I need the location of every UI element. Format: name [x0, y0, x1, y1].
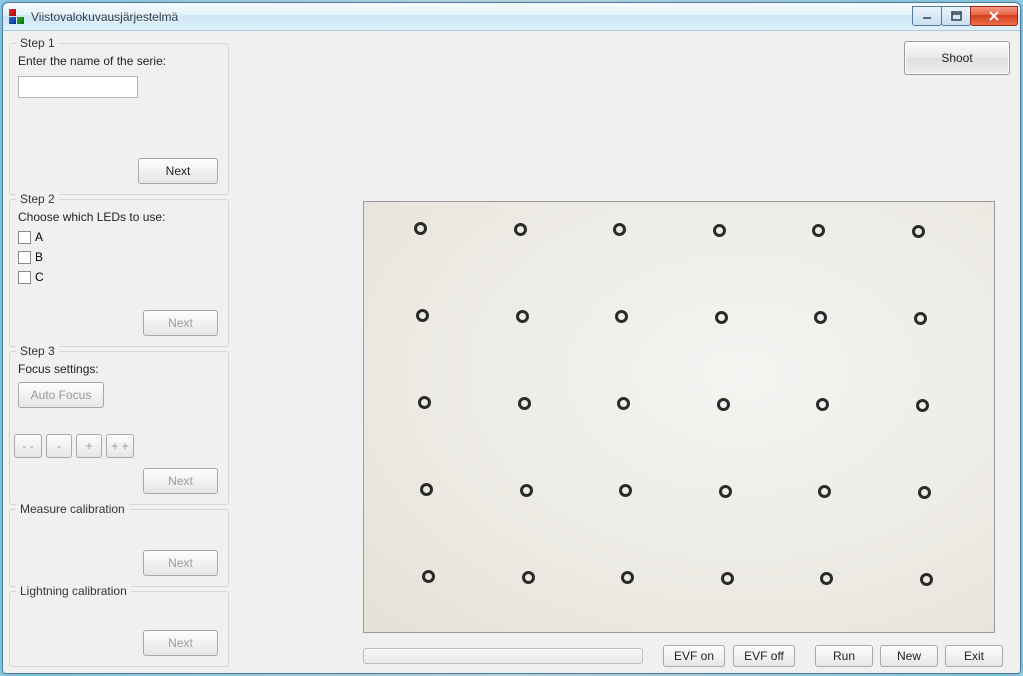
led-b-row: B [18, 250, 43, 264]
calibration-dot [418, 396, 431, 409]
measure-legend: Measure calibration [16, 502, 129, 516]
minimize-button[interactable] [912, 6, 942, 26]
led-b-label: B [35, 250, 43, 264]
step2-group: Step 2 Choose which LEDs to use: A B C N… [9, 199, 229, 347]
calibration-dot [520, 484, 533, 497]
step1-legend: Step 1 [16, 36, 59, 50]
step1-next-button[interactable]: Next [138, 158, 218, 184]
measure-next-button[interactable]: Next [143, 550, 218, 576]
measure-group: Measure calibration Next [9, 509, 229, 587]
preview-image [364, 202, 994, 632]
calibration-dot [713, 224, 726, 237]
step3-group: Step 3 Focus settings: Auto Focus - - - … [9, 351, 229, 505]
focus-plus1-button[interactable]: + [76, 434, 102, 458]
calibration-dot [420, 483, 433, 496]
calibration-dot [914, 312, 927, 325]
calibration-dot [916, 399, 929, 412]
step2-next-button[interactable]: Next [143, 310, 218, 336]
step3-next-button[interactable]: Next [143, 468, 218, 494]
serie-name-input[interactable] [18, 76, 138, 98]
auto-focus-button[interactable]: Auto Focus [18, 382, 104, 408]
calibration-dot [721, 572, 734, 585]
focus-minus2-button[interactable]: - - [14, 434, 42, 458]
led-c-label: C [35, 270, 44, 284]
client-area: Step 1 Enter the name of the serie: Next… [3, 31, 1020, 673]
calibration-dot [416, 309, 429, 322]
lightning-next-button[interactable]: Next [143, 630, 218, 656]
step2-legend: Step 2 [16, 192, 59, 206]
close-button[interactable] [970, 6, 1018, 26]
preview-panel [363, 201, 995, 633]
calibration-dot [717, 398, 730, 411]
calibration-dot [920, 573, 933, 586]
focus-minus1-button[interactable]: - [46, 434, 72, 458]
calibration-dot [918, 486, 931, 499]
calibration-dot [414, 222, 427, 235]
led-a-checkbox[interactable] [18, 231, 31, 244]
led-b-checkbox[interactable] [18, 251, 31, 264]
focus-steppers: - - - + + + [14, 434, 134, 458]
step3-legend: Step 3 [16, 344, 59, 358]
shoot-button[interactable]: Shoot [904, 41, 1010, 75]
calibration-dot [514, 223, 527, 236]
led-a-row: A [18, 230, 43, 244]
progress-bar [363, 648, 643, 664]
lightning-legend: Lightning calibration [16, 584, 131, 598]
led-c-row: C [18, 270, 44, 284]
new-button[interactable]: New [880, 645, 938, 667]
calibration-dot [912, 225, 925, 238]
titlebar[interactable]: Viistovalokuvausjärjestelmä [3, 3, 1020, 31]
maximize-button[interactable] [941, 6, 971, 26]
app-icon [9, 9, 25, 25]
step1-prompt: Enter the name of the serie: [18, 54, 166, 68]
step2-prompt: Choose which LEDs to use: [18, 210, 165, 224]
lightning-group: Lightning calibration Next [9, 591, 229, 667]
run-button[interactable]: Run [815, 645, 873, 667]
led-c-checkbox[interactable] [18, 271, 31, 284]
evf-on-button[interactable]: EVF on [663, 645, 725, 667]
app-window: Viistovalokuvausjärjestelmä Step 1 Enter… [2, 2, 1021, 674]
window-title: Viistovalokuvausjärjestelmä [31, 10, 178, 24]
calibration-dot [516, 310, 529, 323]
evf-off-button[interactable]: EVF off [733, 645, 795, 667]
calibration-dot [719, 485, 732, 498]
window-controls [913, 6, 1020, 26]
led-a-label: A [35, 230, 43, 244]
calibration-dot [518, 397, 531, 410]
calibration-dot [715, 311, 728, 324]
exit-button[interactable]: Exit [945, 645, 1003, 667]
calibration-dot [522, 571, 535, 584]
step3-prompt: Focus settings: [18, 362, 99, 376]
step1-group: Step 1 Enter the name of the serie: Next [9, 43, 229, 195]
focus-plus2-button[interactable]: + + [106, 434, 134, 458]
calibration-dot [422, 570, 435, 583]
